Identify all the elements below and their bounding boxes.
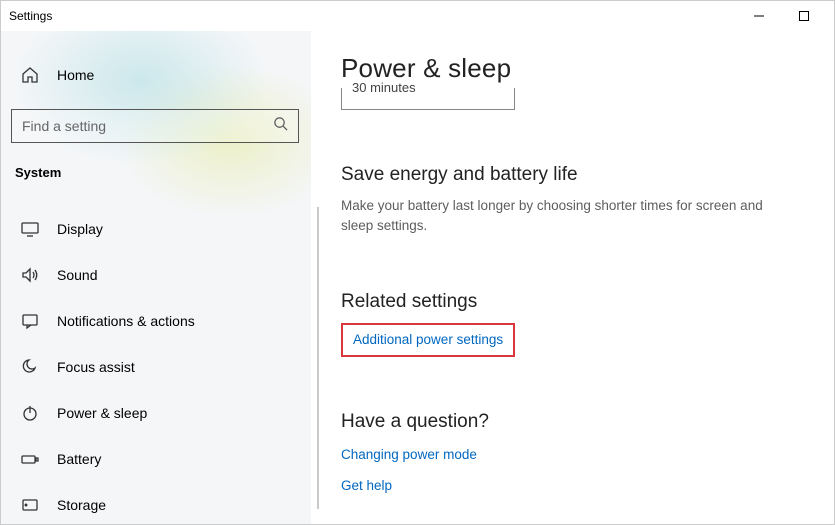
- question-section: Have a question? Changing power mode Get…: [341, 411, 808, 493]
- minimize-button[interactable]: [736, 1, 781, 31]
- window-title: Settings: [9, 9, 52, 23]
- sidebar-home-label: Home: [57, 67, 94, 83]
- sleep-time-dropdown[interactable]: 30 minutes: [341, 88, 515, 110]
- sidebar-item-focus-assist[interactable]: Focus assist: [11, 344, 301, 390]
- sidebar-category: System: [11, 165, 301, 180]
- changing-power-mode-link[interactable]: Changing power mode: [341, 447, 477, 462]
- sound-icon: [21, 266, 39, 284]
- home-icon: [21, 66, 39, 84]
- storage-icon: [21, 496, 39, 514]
- power-icon: [21, 404, 39, 422]
- window-controls: [736, 1, 826, 31]
- highlight-annotation: Additional power settings: [341, 323, 515, 357]
- focus-assist-icon: [21, 358, 39, 376]
- sidebar-item-power-sleep[interactable]: Power & sleep: [11, 390, 301, 436]
- dropdown-value: 30 minutes: [352, 80, 416, 95]
- sidebar-item-label: Sound: [57, 267, 97, 283]
- search-icon: [273, 116, 288, 136]
- titlebar: Settings: [1, 1, 834, 31]
- get-help-link[interactable]: Get help: [341, 478, 808, 493]
- battery-icon: [21, 450, 39, 468]
- save-energy-desc: Make your battery last longer by choosin…: [341, 196, 771, 237]
- display-icon: [21, 220, 39, 238]
- sidebar-home[interactable]: Home: [11, 55, 301, 95]
- additional-power-settings-link[interactable]: Additional power settings: [353, 332, 503, 347]
- sidebar-item-storage[interactable]: Storage: [11, 482, 301, 524]
- sidebar-item-display[interactable]: Display: [11, 206, 301, 252]
- sidebar-item-label: Power & sleep: [57, 405, 147, 421]
- sidebar-item-sound[interactable]: Sound: [11, 252, 301, 298]
- sidebar-item-label: Focus assist: [57, 359, 135, 375]
- sidebar-item-label: Display: [57, 221, 103, 237]
- save-energy-title: Save energy and battery life: [341, 164, 808, 186]
- question-title: Have a question?: [341, 411, 808, 433]
- notifications-icon: [21, 312, 39, 330]
- maximize-button[interactable]: [781, 1, 826, 31]
- main-content: Power & sleep 30 minutes Save energy and…: [311, 31, 834, 524]
- related-settings-section: Related settings Additional power settin…: [341, 291, 808, 357]
- sidebar-item-label: Storage: [57, 497, 106, 513]
- sidebar-item-notifications[interactable]: Notifications & actions: [11, 298, 301, 344]
- sidebar: Home System Display Sound: [1, 31, 311, 524]
- search-input-wrap[interactable]: [11, 109, 299, 143]
- search-input[interactable]: [22, 118, 273, 134]
- save-energy-section: Save energy and battery life Make your b…: [341, 164, 808, 237]
- sidebar-item-battery[interactable]: Battery: [11, 436, 301, 482]
- sidebar-item-label: Battery: [57, 451, 101, 467]
- sidebar-item-label: Notifications & actions: [57, 313, 195, 329]
- settings-window: Settings Home: [0, 0, 835, 525]
- related-settings-title: Related settings: [341, 291, 808, 313]
